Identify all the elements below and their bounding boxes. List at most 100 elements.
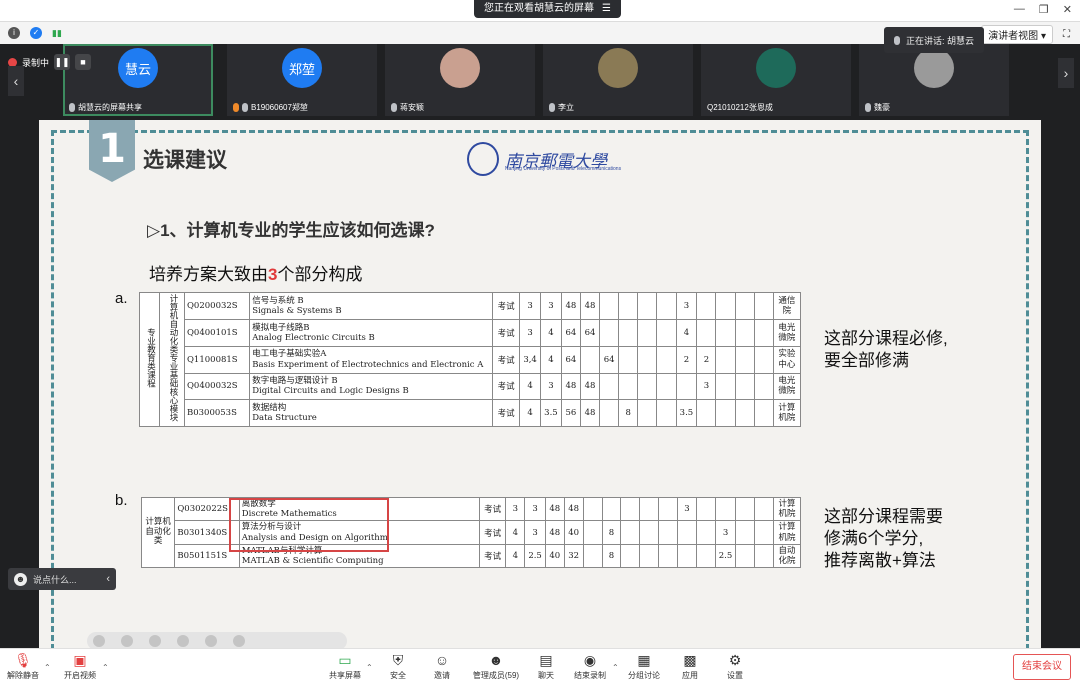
menu-icon[interactable]: ☰: [602, 0, 611, 18]
participant-tile[interactable]: 魏豪: [859, 44, 1009, 116]
end-meeting-button[interactable]: 结束会议: [1013, 654, 1071, 680]
cell: 48: [579, 399, 601, 428]
cell: [753, 292, 774, 320]
course-code: Q1100081S: [183, 345, 251, 374]
participant-name: 胡慧云的屏幕共享: [69, 102, 142, 113]
cell: [639, 496, 660, 522]
cell: [754, 520, 775, 545]
department: 实验中心: [772, 345, 802, 374]
color-icon[interactable]: [233, 635, 245, 647]
participant-tile[interactable]: 蒋安颖: [385, 44, 535, 116]
cell: [582, 496, 603, 522]
collapse-chat-icon[interactable]: ‹: [106, 573, 110, 585]
viewing-banner[interactable]: 您正在观看胡慧云的屏幕 ☰: [474, 0, 621, 18]
shield-icon[interactable]: ✓: [30, 27, 42, 39]
note-section-b: 这部分课程需要 修满6个学分, 推荐离散+算法: [824, 507, 943, 571]
university-seal-icon: [467, 142, 499, 176]
cell: 2.5: [714, 543, 737, 569]
slide: 1 选课建议 南京郵電大學 Nanjing University of Post…: [39, 120, 1041, 650]
breakout-icon: ▦: [637, 652, 651, 668]
cell: [695, 496, 716, 522]
cell: 4: [519, 399, 541, 428]
course-name: 模拟电子线路B Analog Electronic Circuits B: [249, 318, 494, 347]
cell: 8: [618, 399, 639, 428]
cell: [618, 345, 639, 374]
cell: [618, 318, 639, 347]
course-code: Q0400032S: [183, 372, 251, 401]
apps-button[interactable]: ▩ 应用: [667, 652, 713, 681]
minimize-icon[interactable]: —: [1014, 3, 1025, 16]
mic-icon: [242, 103, 248, 112]
department: 自动化院: [773, 543, 801, 569]
invite-button[interactable]: ☺ 邀请: [419, 652, 465, 681]
cell: [599, 399, 620, 428]
exam-type: 考试: [492, 345, 521, 374]
pause-recording-button[interactable]: ❚❚: [54, 54, 71, 70]
fullscreen-icon[interactable]: ⛶: [1063, 29, 1070, 40]
shield-icon: ⛨: [392, 652, 404, 668]
speaker-view-button[interactable]: 演讲者视图 ▾: [981, 25, 1053, 44]
note-section-a: 这部分课程必修, 要全部修满: [824, 329, 948, 371]
chevron-up-icon[interactable]: ⌃: [102, 663, 109, 672]
shape-icon[interactable]: [149, 635, 161, 647]
manage-members-button[interactable]: ☻ 管理成员(59): [468, 652, 524, 681]
strip-next-button[interactable]: ›: [1058, 58, 1074, 88]
emoji-icon[interactable]: ☻: [14, 572, 27, 586]
avatar: [598, 48, 638, 88]
cell: [656, 372, 677, 401]
exam-type: 考试: [492, 292, 521, 320]
participant-tile[interactable]: 李立: [543, 44, 693, 116]
chat-button[interactable]: ▤ 聊天: [523, 652, 569, 681]
avatar: [914, 48, 954, 88]
cell: [658, 496, 678, 522]
start-video-button[interactable]: ▣ 开启视频: [57, 652, 103, 681]
cell: 3: [524, 496, 546, 522]
participant-name: Q21010212张恩成: [707, 103, 773, 112]
screen-share-icon: [69, 103, 75, 112]
share-screen-button[interactable]: ▭ 共享屏幕: [322, 652, 368, 681]
close-icon[interactable]: ✕: [1063, 3, 1072, 16]
breakout-button[interactable]: ▦ 分组讨论: [621, 652, 667, 681]
section-badge: 1: [89, 120, 135, 182]
video-off-icon: ▣: [73, 652, 87, 668]
restore-icon[interactable]: ❐: [1039, 3, 1049, 16]
section-a-label: a.: [115, 290, 128, 307]
security-button[interactable]: ⛨ 安全: [375, 652, 421, 681]
cell: [696, 292, 717, 320]
exam-type: 考试: [478, 496, 507, 522]
members-icon: ☻: [488, 652, 504, 668]
eraser-icon[interactable]: [121, 635, 133, 647]
chevron-up-icon[interactable]: ⌃: [366, 663, 373, 672]
select-icon[interactable]: [177, 635, 189, 647]
end-recording-button[interactable]: ◉ 结束录制: [567, 652, 613, 681]
strip-prev-button[interactable]: ‹: [8, 66, 24, 96]
cell: 8: [601, 520, 622, 545]
settings-button[interactable]: ⚙ 设置: [712, 652, 758, 681]
cell: [656, 399, 677, 428]
cell: [637, 345, 658, 374]
shared-screen: 1 选课建议 南京郵電大學 Nanjing University of Post…: [0, 120, 1080, 650]
table-row: B0300053S 数据结构 Data Structure 考试 4 3.5 56…: [140, 399, 802, 428]
cell: 2: [696, 345, 717, 374]
chat-input[interactable]: ☻ 说点什么... ‹: [8, 568, 116, 590]
mic-icon: [549, 103, 555, 112]
participant-tile[interactable]: Q21010212张恩成: [701, 44, 851, 116]
cell: 8: [601, 543, 622, 569]
department: 计算机院: [773, 520, 801, 545]
department: 计算机院: [772, 399, 802, 428]
pen-icon[interactable]: [93, 635, 105, 647]
signal-icon[interactable]: ▮▮: [52, 28, 62, 39]
stop-record-icon: ◉: [583, 652, 597, 668]
cell: 4: [540, 345, 562, 374]
info-icon[interactable]: i: [8, 27, 20, 39]
text-icon[interactable]: [205, 635, 217, 647]
chevron-up-icon[interactable]: ⌃: [44, 663, 51, 672]
unmute-button[interactable]: 🎙 解除静音: [0, 652, 46, 681]
stop-recording-button[interactable]: ■: [75, 54, 92, 70]
cell: 4: [505, 520, 526, 545]
cell: 40: [544, 543, 565, 569]
participant-tile[interactable]: 郑堃 B19060607郑堃: [227, 44, 377, 116]
cell: 32: [563, 543, 584, 569]
course-table-a: 专业教育类课程 计算机自动化类专业基础核心模块 Q0200032S 信号与系统 …: [138, 291, 802, 428]
chevron-up-icon[interactable]: ⌃: [612, 663, 619, 672]
